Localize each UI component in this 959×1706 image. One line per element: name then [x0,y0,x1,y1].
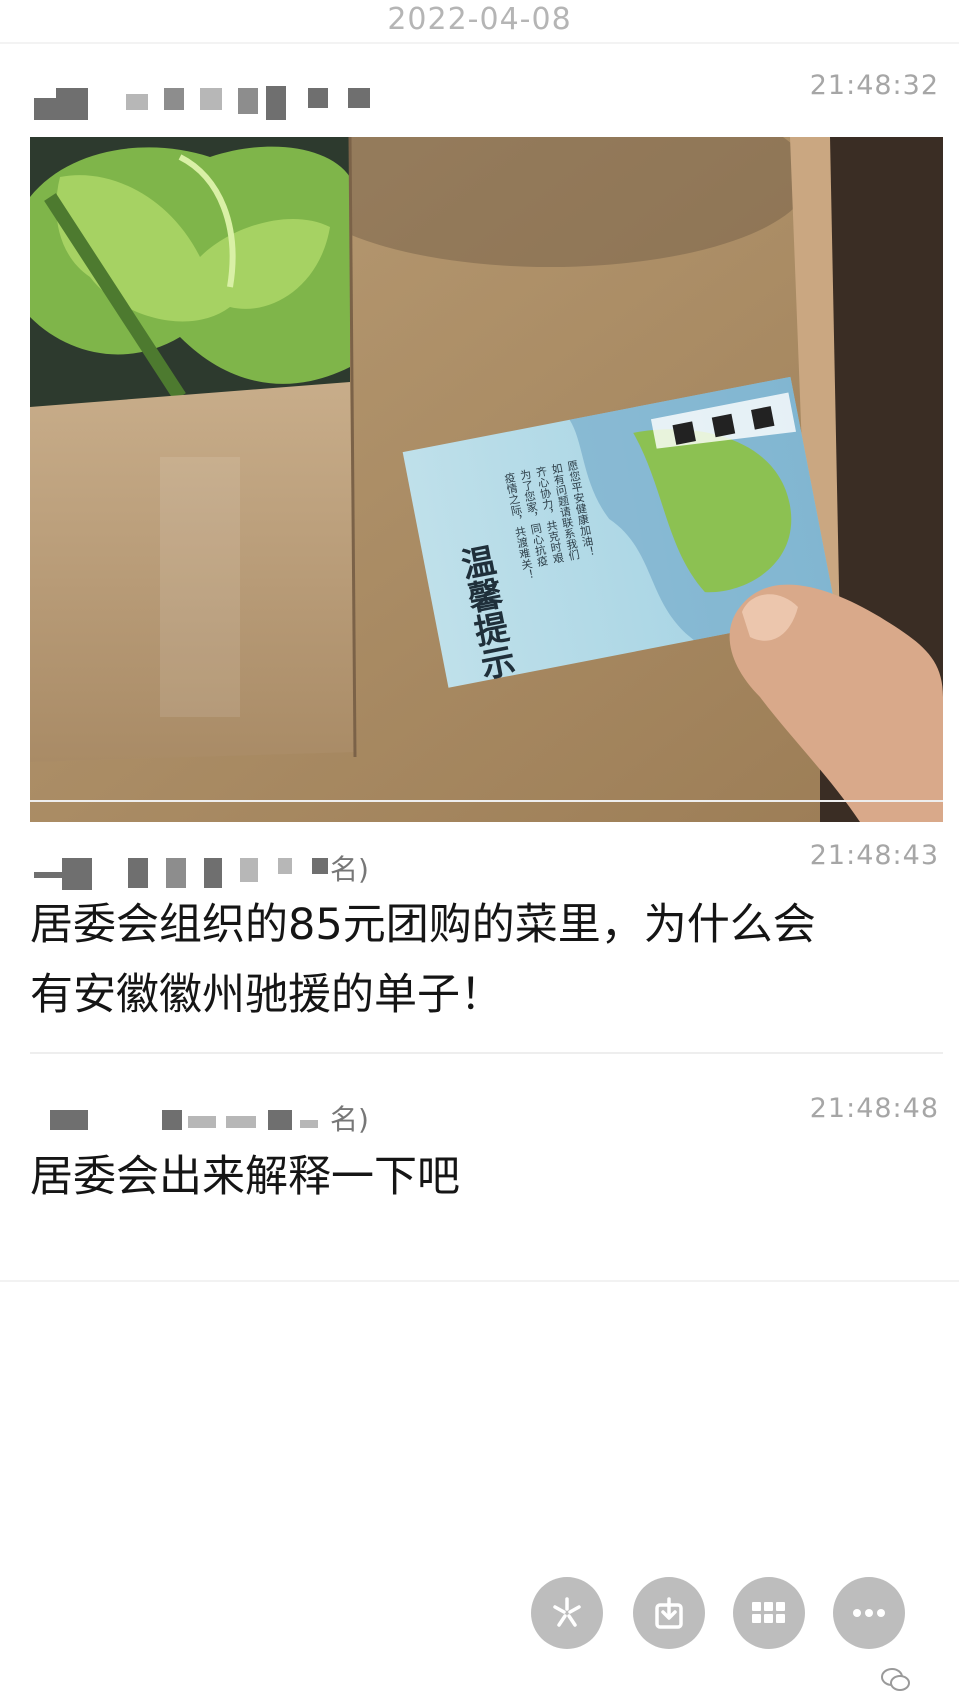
save-icon [655,1597,683,1629]
message-text-line: 居委会组织的85元团购的菜里，为什么会 [30,900,816,950]
sender-suffix: 名) [330,853,369,886]
more-button[interactable] [833,1577,905,1649]
divider [30,800,943,802]
divider [0,42,959,44]
share-icon [553,1597,581,1627]
grid-button[interactable] [733,1577,805,1649]
sender-name-blurred [34,86,374,120]
sender-name-blurred: 名) [50,1103,370,1140]
divider [30,1052,943,1054]
photo-image: 温馨提示 疫情之际，共渡难关！ 为了您家，同心抗疫 齐心协力，共克时艰 如有问题… [30,137,943,822]
grid-icon [752,1602,785,1623]
message-time: 21:48:48 [809,1093,939,1124]
more-icon [853,1609,885,1617]
message-photo[interactable]: 温馨提示 疫情之际，共渡难关！ 为了您家，同心抗疫 齐心协力，共克时艰 如有问题… [30,137,943,822]
message-time: 21:48:32 [809,70,939,101]
message-time: 21:48:43 [809,840,939,871]
sender-name-blurred: 名) [34,853,374,890]
message-text: 居委会组织的85元团购的菜里，为什么会 有安徽徽州驰援的单子！ [30,890,930,1030]
date-header: 2022-04-08 [387,2,572,37]
sender-suffix: 名) [330,1103,369,1136]
save-button[interactable] [633,1577,705,1649]
message-text-line: 有安徽徽州驰援的单子！ [30,970,503,1020]
divider [0,1280,959,1282]
share-button[interactable] [531,1577,603,1649]
message-text: 居委会出来解释一下吧 [30,1152,460,1202]
wechat-watermark-icon [881,1668,910,1691]
